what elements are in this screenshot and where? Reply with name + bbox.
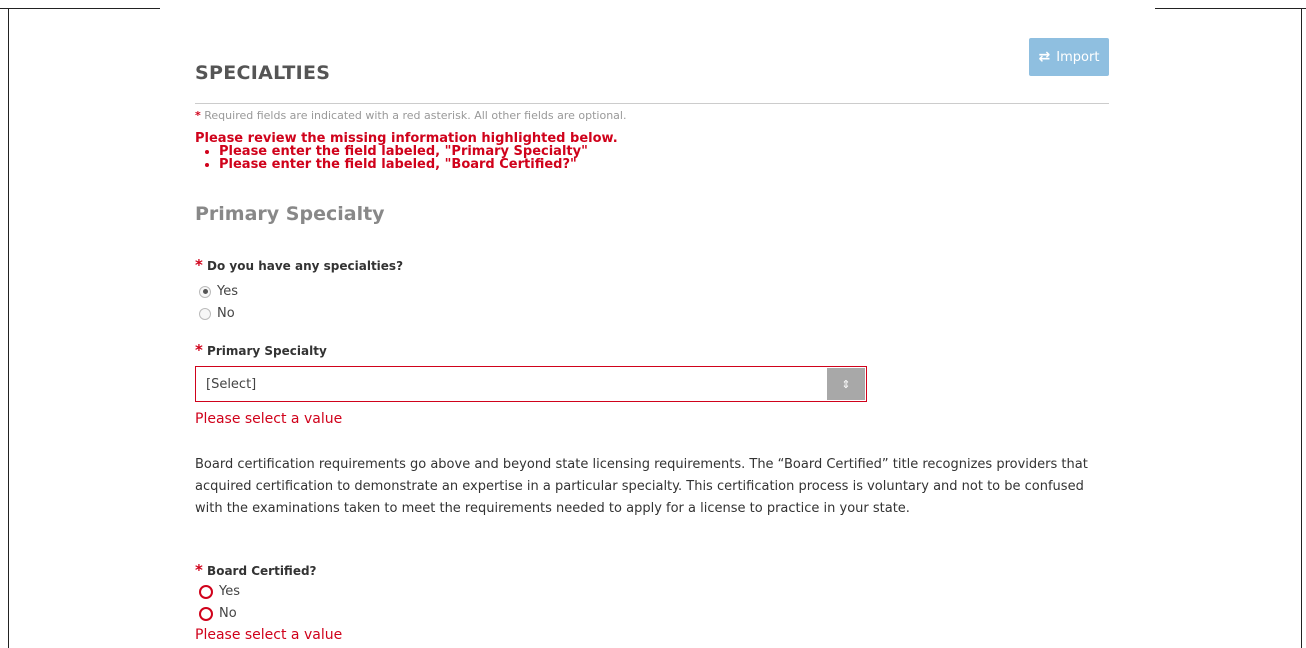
section-title: SPECIALTIES [195, 62, 331, 84]
radio-button[interactable] [199, 307, 211, 320]
board-certified-label: * Board Certified? [195, 561, 317, 579]
form-card: SPECIALTIES ⇄ Import * Required fields a… [8, 8, 1302, 648]
error-summary: Please review the missing information hi… [195, 132, 618, 171]
radio-label: Yes [217, 284, 238, 299]
radio-no-specialties[interactable]: No [199, 306, 235, 321]
select-value: [Select] [206, 376, 257, 392]
subsection-title: Primary Specialty [195, 203, 385, 225]
primary-specialty-select[interactable]: [Select] ⇕ [195, 366, 867, 402]
has-specialties-question: Do you have any specialties? [207, 259, 404, 273]
page-frame: SPECIALTIES ⇄ Import * Required fields a… [0, 0, 1306, 648]
import-button[interactable]: ⇄ Import [1029, 38, 1109, 76]
radio-button-error[interactable] [199, 606, 213, 621]
board-certified-question: Board Certified? [207, 564, 317, 578]
primary-specialty-error: Please select a value [195, 411, 343, 427]
radio-label: Yes [219, 584, 240, 599]
primary-specialty-label: * Primary Specialty [195, 341, 327, 359]
chevron-up-down-icon[interactable]: ⇕ [827, 368, 865, 400]
section-divider [195, 103, 1109, 104]
swap-arrows-icon: ⇄ [1038, 49, 1051, 65]
error-item: Please enter the field labeled, "Board C… [219, 158, 618, 171]
radio-button-error[interactable] [199, 584, 213, 599]
radio-label: No [217, 306, 235, 321]
error-list: Please enter the field labeled, "Primary… [195, 145, 618, 171]
board-certification-info: Board certification requirements go abov… [195, 457, 1088, 516]
radio-yes-board[interactable]: Yes [199, 584, 240, 599]
radio-label: No [219, 606, 237, 621]
radio-no-board[interactable]: No [199, 606, 237, 621]
has-specialties-label: * Do you have any specialties? [195, 256, 403, 274]
required-asterisk: * [195, 561, 203, 579]
required-asterisk: * [195, 341, 203, 359]
radio-button-checked[interactable] [199, 285, 211, 298]
required-asterisk: * [195, 256, 203, 274]
required-note-text: Required fields are indicated with a red… [200, 109, 627, 122]
primary-specialty-label-text: Primary Specialty [207, 344, 327, 358]
board-certified-error: Please select a value [195, 627, 343, 643]
import-button-label: Import [1056, 49, 1100, 65]
required-fields-note: * Required fields are indicated with a r… [195, 109, 626, 122]
radio-yes-specialties[interactable]: Yes [199, 284, 238, 299]
